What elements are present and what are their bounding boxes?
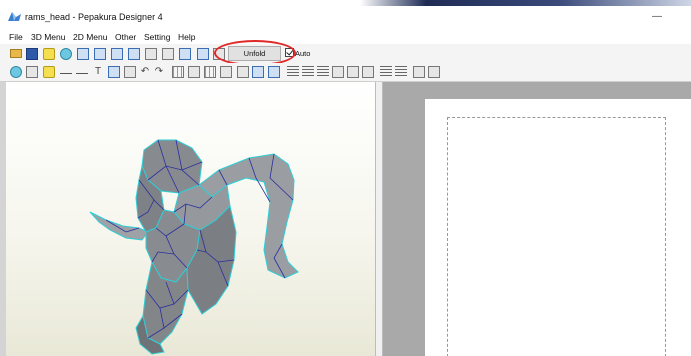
title-bar-glare xyxy=(360,0,691,6)
link-icon[interactable] xyxy=(179,48,191,60)
align-bottom-icon[interactable] xyxy=(362,66,374,78)
paper-sheet xyxy=(425,99,691,356)
edge-icon[interactable] xyxy=(43,66,55,78)
window-icon[interactable] xyxy=(197,48,209,60)
figure-icon[interactable] xyxy=(145,48,157,60)
rotate-icon[interactable] xyxy=(60,48,72,60)
view-reset-icon[interactable] xyxy=(10,66,22,78)
menu-file[interactable]: File xyxy=(9,31,23,43)
rams-head-model[interactable] xyxy=(6,82,375,356)
align-middle-icon[interactable] xyxy=(347,66,359,78)
image-icon[interactable] xyxy=(108,66,120,78)
pepakura-window: rams_head - Pepakura Designer 4 — File 3… xyxy=(0,0,691,356)
distribute-v-icon[interactable] xyxy=(395,66,407,78)
menu-3d[interactable]: 3D Menu xyxy=(31,31,66,43)
zoom-in-icon[interactable] xyxy=(77,48,89,60)
2d-view-pane[interactable] xyxy=(383,82,691,356)
fit-icon[interactable] xyxy=(413,66,425,78)
3d-view-pane[interactable] xyxy=(6,82,375,356)
move-icon[interactable] xyxy=(124,66,136,78)
pattern-icon[interactable] xyxy=(188,66,200,78)
align-center-icon[interactable] xyxy=(302,66,314,78)
menu-2d[interactable]: 2D Menu xyxy=(73,31,108,43)
minimize-button[interactable]: — xyxy=(652,12,662,22)
open-folder-icon[interactable] xyxy=(10,49,22,58)
redo-icon[interactable]: ↷ xyxy=(153,66,165,78)
menu-other[interactable]: Other xyxy=(115,31,136,43)
menu-bar: File 3D Menu 2D Menu Other Setting Help xyxy=(0,30,691,44)
window-title: rams_head - Pepakura Designer 4 xyxy=(25,12,163,22)
bulb-icon[interactable] xyxy=(43,48,55,60)
grid-icon[interactable] xyxy=(172,66,184,78)
text-tool-icon[interactable]: T xyxy=(92,66,104,78)
auto-label: Auto xyxy=(295,49,311,58)
lock-icon[interactable] xyxy=(128,48,140,60)
split-parts-icon[interactable] xyxy=(268,66,280,78)
texture-icon[interactable] xyxy=(162,48,174,60)
distribute-h-icon[interactable] xyxy=(380,66,392,78)
slope-icon[interactable] xyxy=(76,66,88,74)
title-bar[interactable]: rams_head - Pepakura Designer 4 — xyxy=(0,0,691,30)
menu-setting[interactable]: Setting xyxy=(144,31,170,43)
align-top-icon[interactable] xyxy=(332,66,344,78)
align-right-icon[interactable] xyxy=(317,66,329,78)
gear-icon[interactable] xyxy=(26,66,38,78)
zoom-out-icon[interactable] xyxy=(94,48,106,60)
pane-splitter[interactable] xyxy=(375,82,383,356)
pepakura-app-icon xyxy=(8,12,21,21)
join-icon[interactable] xyxy=(252,66,264,78)
menu-help[interactable]: Help xyxy=(178,31,195,43)
expand-icon[interactable] xyxy=(428,66,440,78)
undo-icon[interactable]: ↶ xyxy=(139,66,151,78)
flap-icon[interactable] xyxy=(237,66,249,78)
save-icon[interactable] xyxy=(26,48,38,60)
main-toolbar xyxy=(0,44,691,64)
angle-icon[interactable] xyxy=(60,66,72,74)
select-icon[interactable] xyxy=(111,48,123,60)
align-left-icon[interactable] xyxy=(287,66,299,78)
tile-icon[interactable] xyxy=(204,66,216,78)
edit-toolbar: T ↶ ↷ xyxy=(0,63,691,82)
page-icon[interactable] xyxy=(220,66,232,78)
print-area-boundary xyxy=(447,117,666,356)
